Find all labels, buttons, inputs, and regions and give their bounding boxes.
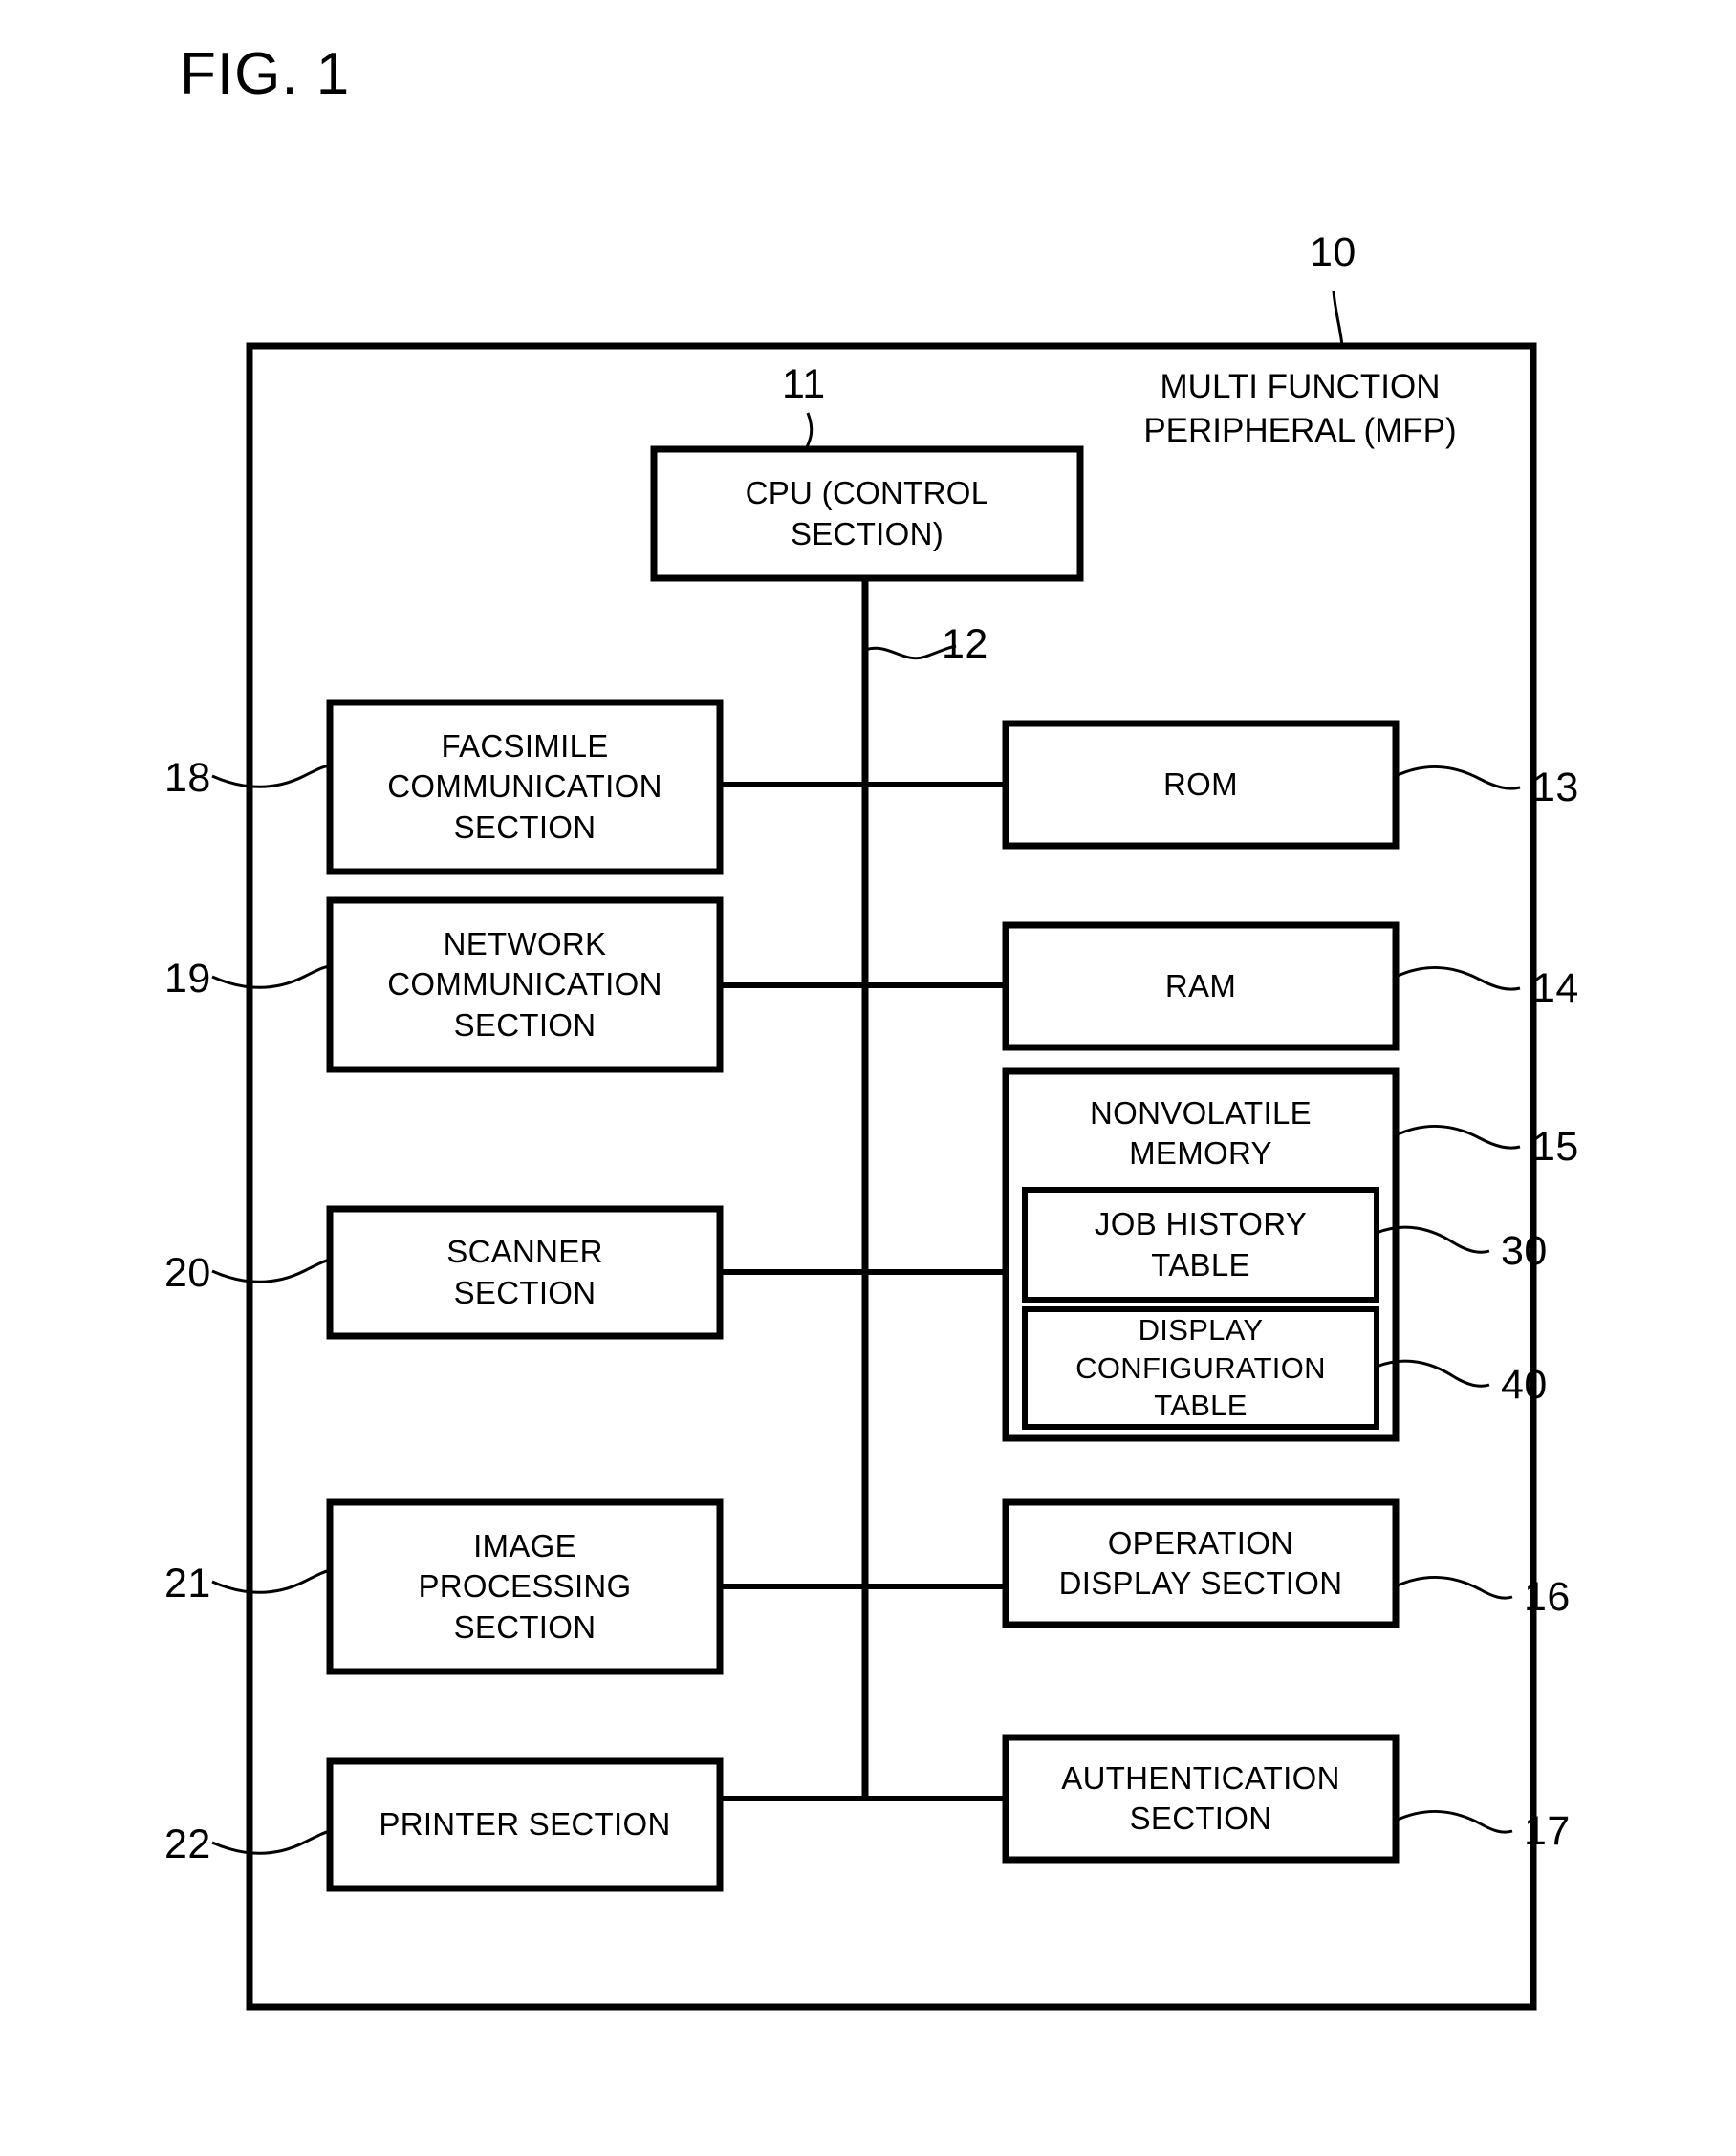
ref-numeral-30: 30 — [1501, 1228, 1548, 1274]
mfp-outer-box — [246, 342, 1537, 2011]
operation-display-box — [1002, 1498, 1400, 1628]
leader-line-11 — [804, 412, 814, 450]
leader-line-17 — [1395, 1810, 1513, 1834]
leader-line-10 — [1332, 291, 1344, 347]
block-diagram-canvas — [211, 291, 1537, 2011]
ref-numeral-22: 22 — [164, 1822, 211, 1867]
ref-numeral-19: 19 — [164, 956, 211, 1002]
ref-numeral-21: 21 — [164, 1561, 211, 1606]
leader-line-20 — [211, 1258, 331, 1283]
ref-numeral-15: 15 — [1532, 1124, 1579, 1170]
cpu-box — [650, 445, 1084, 582]
printer-section-box — [326, 1757, 724, 1892]
authentication-section-box — [1002, 1734, 1400, 1864]
leader-line-14 — [1395, 966, 1521, 991]
ref-numeral-13: 13 — [1532, 765, 1579, 810]
nonvolatile-memory-box — [1002, 1067, 1400, 1442]
leader-line-13 — [1395, 765, 1521, 790]
leader-line-18 — [211, 764, 331, 788]
leader-line-16 — [1395, 1576, 1513, 1600]
ref-numeral-18: 18 — [164, 755, 211, 801]
ref-numeral-11: 11 — [782, 361, 826, 407]
ref-numeral-12: 12 — [942, 621, 988, 667]
job-history-table-box — [1022, 1187, 1379, 1303]
ref-numeral-20: 20 — [164, 1250, 211, 1296]
display-configuration-table-box — [1022, 1306, 1379, 1430]
mfp-outer-label: MULTI FUNCTION PERIPHERAL (MFP) — [1143, 368, 1457, 449]
facsimile-communication-box — [326, 699, 724, 875]
rom-box — [1002, 720, 1400, 850]
ref-numeral-14: 14 — [1532, 965, 1579, 1011]
ref-numeral-16: 16 — [1524, 1574, 1571, 1620]
scanner-section-box — [326, 1205, 724, 1340]
ref-numeral-17: 17 — [1524, 1808, 1571, 1854]
leader-line-15 — [1395, 1125, 1521, 1150]
ref-numeral-40: 40 — [1501, 1362, 1548, 1408]
figure-root: FIG. 1 MULTI FUNCTION PERIPHERAL (MFP) C… — [0, 0, 1736, 2156]
leader-line-19 — [211, 964, 331, 989]
image-processing-box — [326, 1498, 724, 1675]
network-communication-box — [326, 896, 724, 1073]
leader-line-22 — [211, 1829, 331, 1855]
ram-box — [1002, 921, 1400, 1051]
leader-line-21 — [211, 1568, 331, 1594]
ref-numeral-10: 10 — [1310, 229, 1356, 275]
